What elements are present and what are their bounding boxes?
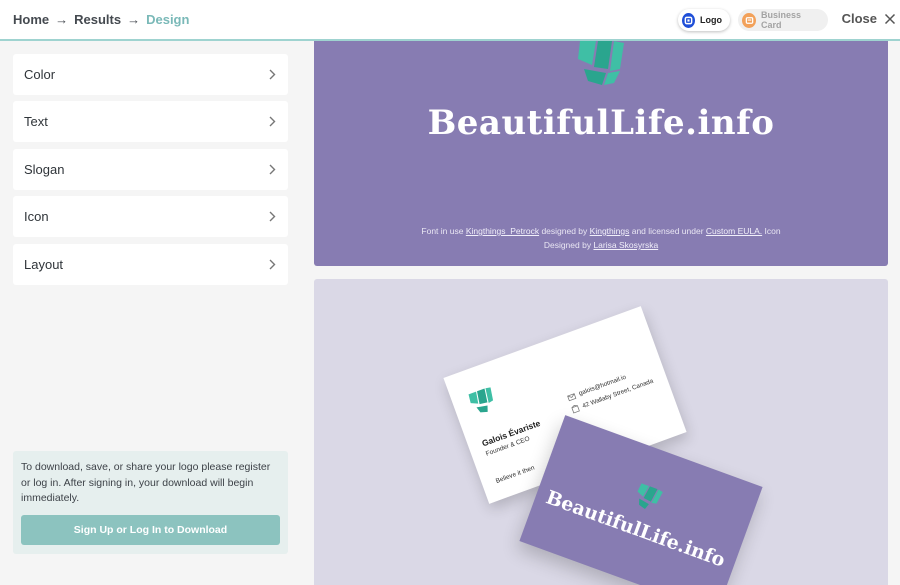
tab-business-card[interactable]: Business Card [738,9,828,31]
font-link[interactable]: Kingthings_Petrock [466,226,539,236]
top-bar: Home → Results → Design Logo Business Ca… [0,0,900,41]
close-icon [884,13,896,24]
download-notice-text: To download, save, or share your logo pl… [21,461,271,504]
card-tagline: Believe it then [494,464,536,485]
breadcrumb-home[interactable]: Home [13,12,49,27]
signup-download-button[interactable]: Sign Up or Log In to Download [21,515,280,545]
preview-area: BeautifulLife.info Font in use Kingthing… [300,41,900,585]
tab-logo-label: Logo [700,15,722,25]
designer-link[interactable]: Kingthings [590,226,630,236]
license-link[interactable]: Custom EULA. [706,226,762,236]
breadcrumb-separator: → [55,12,69,27]
chevron-right-icon [269,69,276,80]
sidebar-item-label: Color [24,67,56,82]
chevron-right-icon [269,259,276,270]
breadcrumb-current: Design [146,12,190,27]
credits-text: Font in use [421,226,466,236]
logo-preview: BeautifulLife.info Font in use Kingthing… [314,41,888,266]
business-card-preview: Galois Évariste Founder & CEO Believe it… [314,279,888,585]
card-back-logo-icon [637,483,663,510]
credits-text: Designed by [543,240,594,250]
close-button[interactable]: Close [842,11,896,26]
sidebar-item-label: Layout [24,257,64,272]
chevron-right-icon [269,116,276,127]
breadcrumb-results[interactable]: Results [74,12,121,27]
breadcrumb-separator: → [127,12,141,27]
sidebar-item-label: Icon [24,209,49,224]
sidebar-item-label: Slogan [24,162,65,177]
close-label: Close [841,11,877,26]
business-card-icon [742,12,757,28]
logo-icon [682,12,695,28]
credits-text: Icon [762,226,781,236]
location-icon [571,404,580,414]
sidebar-item-text[interactable]: Text [13,101,288,142]
brand-logo-icon [578,41,624,85]
tab-business-card-label: Business Card [761,10,802,30]
download-notice: To download, save, or share your logo pl… [13,451,288,554]
sidebar-item-color[interactable]: Color [13,54,288,95]
brand-name: BeautifulLife.info [427,103,775,143]
sidebar-item-layout[interactable]: Layout [13,244,288,285]
sidebar-item-icon[interactable]: Icon [13,196,288,237]
chevron-right-icon [269,211,276,222]
chevron-right-icon [269,164,276,175]
email-icon [566,392,577,401]
credits-text: designed by [539,226,590,236]
sidebar-item-label: Text [24,114,48,129]
icon-designer-link[interactable]: Larisa Skosyrska [593,240,658,250]
credits-text: and licensed under [629,226,706,236]
breadcrumb: Home → Results → Design [13,12,189,27]
tab-logo[interactable]: Logo [678,9,730,31]
card-logo-icon [468,387,494,413]
sidebar-item-slogan[interactable]: Slogan [13,149,288,190]
font-credits: Font in use Kingthings_Petrock designed … [374,224,828,252]
sidebar: Color Text Slogan Icon Layout To downloa… [0,41,300,585]
